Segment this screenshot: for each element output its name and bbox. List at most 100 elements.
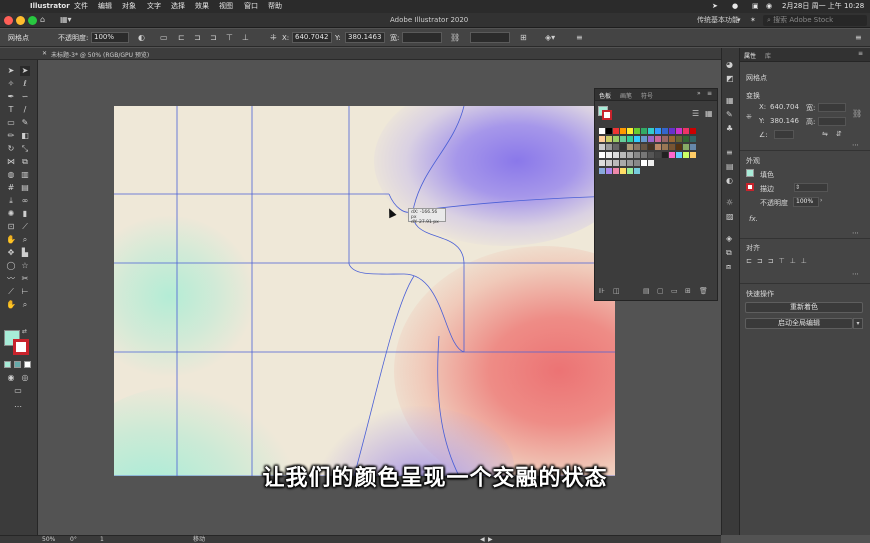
menu-type[interactable]: 文字 — [147, 0, 161, 13]
color-swatch[interactable] — [627, 160, 633, 166]
slice-tool-icon[interactable]: ⟋ — [20, 222, 30, 232]
color-swatch[interactable] — [620, 144, 626, 150]
gradient-dock-icon[interactable]: ▤ — [726, 162, 734, 172]
menu-effect[interactable]: 效果 — [195, 0, 209, 13]
new-color-group-icon[interactable]: ▢ — [657, 287, 664, 295]
rectangle-tool-icon[interactable]: ▭ — [6, 118, 16, 128]
swatch-libraries-icon[interactable]: ⊪ — [599, 287, 605, 295]
y-input[interactable]: 380.1463 — [345, 32, 385, 43]
scroll-right-icon[interactable]: ▶ — [488, 536, 493, 543]
gradient-mode-icon[interactable] — [14, 361, 21, 368]
color-swatch[interactable] — [648, 160, 654, 166]
color-swatch[interactable] — [599, 144, 605, 150]
color-swatch[interactable] — [683, 144, 689, 150]
color-swatch[interactable] — [627, 144, 633, 150]
color-swatch[interactable] — [627, 152, 633, 158]
swap-colors-icon[interactable]: ⇄ — [22, 328, 27, 335]
recolor-icon[interactable]: ◐ — [138, 33, 145, 43]
opacity-input[interactable]: 100% — [91, 32, 129, 43]
send-icon[interactable]: ➤ — [712, 0, 718, 13]
x-input[interactable]: 640.7042 — [292, 32, 332, 43]
align-more-icon[interactable]: ⋯ — [852, 270, 859, 278]
search-input[interactable]: 搜索 Adobe Stock — [773, 16, 833, 24]
blend-tool-icon[interactable]: ∞ — [20, 196, 30, 206]
menu-view[interactable]: 视图 — [219, 0, 233, 13]
constrain-proportions-icon[interactable]: ⛓ — [852, 109, 862, 118]
color-swatch[interactable] — [620, 160, 626, 166]
transparency-dock-icon[interactable]: ◐ — [726, 176, 733, 186]
none-mode-icon[interactable] — [24, 361, 31, 368]
menu-select[interactable]: 选择 — [171, 0, 185, 13]
x-value[interactable]: 640.704 — [770, 103, 799, 111]
transform-icon[interactable]: ⊞ — [520, 33, 527, 43]
color-swatch[interactable] — [690, 144, 696, 150]
appearance-more-icon[interactable]: ⋯ — [852, 229, 859, 237]
color-swatch[interactable] — [599, 152, 605, 158]
color-swatch[interactable] — [606, 160, 612, 166]
pencil-icon[interactable]: ✏ — [6, 131, 16, 141]
color-swatch[interactable] — [634, 160, 640, 166]
perspective-grid-icon[interactable]: ▥ — [20, 170, 30, 180]
selection-tool-icon[interactable]: ➤ — [6, 66, 16, 76]
color-swatch[interactable] — [690, 128, 696, 134]
free-transform-icon[interactable]: ⧉ — [20, 157, 30, 167]
color-panel-icon[interactable]: ◕ — [726, 60, 733, 70]
color-swatch[interactable] — [620, 152, 626, 158]
gradient-tool-icon[interactable]: ▤ — [20, 183, 30, 193]
knife-icon[interactable]: ⟋ — [6, 287, 16, 297]
draw-behind-icon[interactable]: ◎ — [20, 373, 30, 383]
control-bar-menu-icon[interactable]: ≡ — [855, 33, 862, 43]
align-top-icon[interactable]: ⊤ — [226, 33, 233, 43]
color-swatch[interactable] — [613, 152, 619, 158]
color-swatch[interactable] — [655, 136, 661, 142]
color-swatch[interactable] — [599, 128, 605, 134]
symbols-dock-icon[interactable]: ♣ — [726, 124, 733, 134]
color-swatch[interactable] — [620, 128, 626, 134]
user-icon[interactable]: ● — [732, 0, 738, 13]
color-swatch[interactable] — [648, 144, 654, 150]
align-vcenter-icon[interactable]: ⊥ — [242, 33, 249, 43]
graphic-styles-dock-icon[interactable]: ▨ — [726, 212, 734, 222]
color-swatch[interactable] — [669, 144, 675, 150]
symbol-sprayer-icon[interactable]: ✺ — [6, 209, 16, 219]
angle-field[interactable] — [774, 130, 794, 139]
y-value[interactable]: 380.146 — [770, 117, 799, 125]
panel-menu-icon[interactable]: ≡ — [707, 90, 712, 97]
properties-menu-icon[interactable]: ≡ — [858, 50, 863, 57]
collapse-panel-icon[interactable]: » — [697, 90, 701, 97]
swatch-options-icon[interactable]: ▤ — [643, 287, 650, 295]
color-swatch[interactable] — [683, 128, 689, 134]
menu-object[interactable]: 对象 — [122, 0, 136, 13]
stroke-swatch[interactable] — [746, 183, 754, 191]
color-swatch[interactable] — [606, 128, 612, 134]
color-swatch[interactable] — [655, 144, 661, 150]
discover-icon[interactable]: ✶ — [750, 13, 756, 28]
mesh-tool-icon[interactable]: # — [6, 183, 16, 193]
arrange-documents-icon[interactable]: ▦▾ — [60, 15, 72, 25]
color-swatch[interactable] — [648, 152, 654, 158]
color-swatch[interactable] — [599, 136, 605, 142]
direct-selection-tool-icon[interactable]: ➤ — [20, 66, 30, 76]
app-name-menu[interactable]: Illustrator — [30, 0, 70, 13]
stroke-dock-icon[interactable]: ≡ — [726, 148, 733, 158]
artboards-dock-icon[interactable]: ⧉ — [726, 248, 732, 258]
tab-brushes[interactable]: 画笔 — [620, 91, 632, 100]
chart-tool-icon[interactable]: ▙ — [20, 248, 30, 258]
color-swatch[interactable] — [683, 152, 689, 158]
color-swatch[interactable] — [648, 136, 654, 142]
brushes-dock-icon[interactable]: ✎ — [726, 110, 733, 120]
color-swatch[interactable] — [676, 136, 682, 142]
color-swatch[interactable] — [634, 144, 640, 150]
artboard[interactable] — [114, 106, 615, 476]
workspace-switcher[interactable]: 传统基本功能 — [697, 13, 739, 28]
home-icon[interactable]: ⌂ — [40, 15, 45, 25]
color-swatch[interactable] — [676, 152, 682, 158]
stock-search-box[interactable]: ⌕ 搜索 Adobe Stock — [763, 15, 867, 26]
color-swatch[interactable] — [620, 168, 626, 174]
color-swatch[interactable] — [690, 152, 696, 158]
height-field[interactable] — [818, 117, 846, 126]
artboard-number[interactable]: 1 — [100, 536, 104, 543]
height-input[interactable] — [470, 32, 510, 43]
tab-libraries[interactable]: 库 — [765, 51, 771, 60]
appearance-dock-icon[interactable]: ☼ — [726, 198, 733, 208]
